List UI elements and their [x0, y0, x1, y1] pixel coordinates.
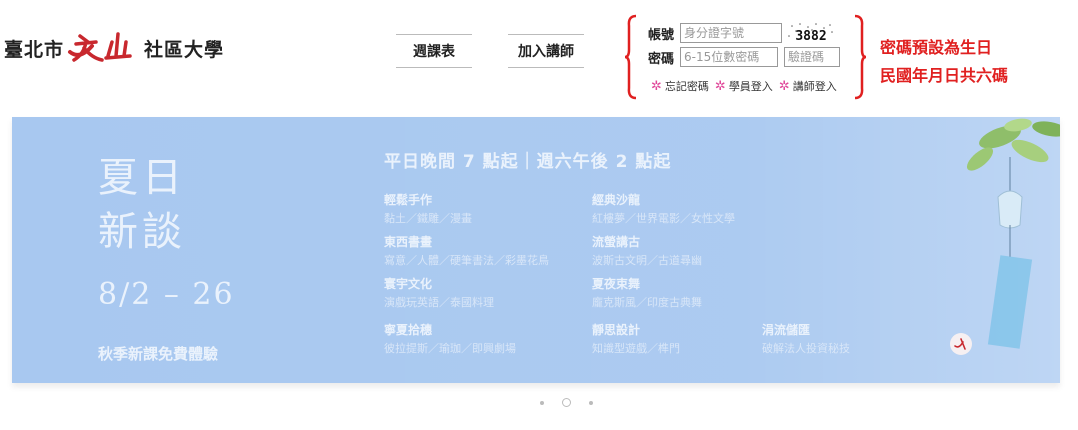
carousel-dot-3[interactable] — [589, 400, 593, 405]
course-title: 靜思設計 — [592, 323, 641, 337]
course-item: 涓流儲匯 破解法人投資秘技 — [762, 321, 850, 356]
course-subtitle: 波斯古文明／古道尋幽 — [592, 254, 702, 267]
login-links: ✲ 忘記密碼 ✲ 學員登入 ✲ 講師登入 — [651, 78, 843, 94]
account-row: 帳號 3882 — [648, 22, 836, 44]
course-subtitle: 破解法人投資秘技 — [762, 342, 850, 355]
course-subtitle: 黏土／鐵雕／漫畫 — [384, 212, 472, 225]
captcha-image[interactable]: 3882 — [786, 22, 836, 44]
course-subtitle: 彼拉提斯／瑜珈／即興劇場 — [384, 342, 516, 355]
carousel-dot-1[interactable] — [540, 400, 544, 405]
course-subtitle: 知識型遊戲／榫門 — [592, 342, 680, 355]
logo-mark-icon — [68, 32, 132, 62]
promo-banner[interactable]: 夏日 新談 8/2 – 26 秋季新課免費體驗 平日晚間 7 點起｜週六午後 2… — [12, 117, 1060, 383]
site-logo[interactable]: 臺北市 社區大學 — [4, 28, 224, 68]
course-title: 東西書畫 — [384, 235, 433, 249]
password-row: 密碼 — [648, 47, 840, 67]
logo-mini-icon — [954, 338, 966, 350]
course-item: 夏夜束舞 龐克斯風／印度古典舞 — [592, 275, 702, 310]
banner-free-trial: 秋季新課免費體驗 — [98, 345, 219, 363]
course-title: 寧夏拾穗 — [384, 323, 433, 337]
carousel-indicators — [531, 398, 602, 407]
course-title: 輕鬆手作 — [384, 193, 433, 207]
account-label: 帳號 — [648, 27, 675, 43]
asterisk-icon: ✲ — [714, 78, 726, 94]
password-hint-line2: 民國年月日共六碼 — [880, 66, 1009, 85]
course-subtitle: 紅樓夢／世界電影／女性文學 — [592, 212, 735, 225]
course-title: 經典沙龍 — [592, 193, 641, 207]
captcha-noise-icon — [788, 23, 833, 37]
captcha-input[interactable] — [784, 47, 840, 67]
course-item: 寰宇文化 演戲玩英語／泰國料理 — [384, 275, 494, 310]
banner-stamp-icon — [950, 333, 972, 355]
course-item: 輕鬆手作 黏土／鐵雕／漫畫 — [384, 191, 472, 226]
wind-chime-leaves-icon — [966, 118, 1060, 349]
nav-weekly-schedule[interactable]: 週課表 — [396, 34, 472, 68]
lecturer-login-link[interactable]: ✲ 講師登入 — [779, 78, 837, 94]
banner-title-line1: 夏日 — [98, 155, 186, 201]
course-subtitle: 演戲玩英語／泰國料理 — [384, 296, 494, 309]
right-brace-icon — [854, 14, 867, 100]
student-login-label: 學員登入 — [728, 80, 773, 93]
course-title: 涓流儲匯 — [762, 323, 811, 337]
course-item: 寧夏拾穗 彼拉提斯／瑜珈／即興劇場 — [384, 321, 516, 356]
logo-text-city: 臺北市 — [4, 38, 65, 61]
course-title: 流螢講古 — [592, 235, 641, 249]
course-title: 寰宇文化 — [384, 277, 433, 291]
banner-date: 8/2 – 26 — [98, 277, 235, 312]
account-input[interactable] — [680, 23, 782, 43]
carousel-dot-2[interactable] — [562, 398, 571, 407]
forgot-password-link[interactable]: ✲ 忘記密碼 — [651, 78, 709, 94]
forgot-password-label: 忘記密碼 — [664, 80, 709, 93]
banner-title-line2: 新談 — [98, 209, 186, 255]
banner-headline: 平日晚間 7 點起｜週六午後 2 點起 — [384, 152, 672, 172]
nav-join-lecturer[interactable]: 加入講師 — [508, 34, 584, 68]
course-subtitle: 寫意／人體／硬筆書法／彩墨花鳥 — [384, 254, 549, 267]
lecturer-login-label: 講師登入 — [792, 80, 837, 93]
left-brace-icon — [624, 14, 637, 100]
course-item: 靜思設計 知識型遊戲／榫門 — [592, 321, 680, 356]
student-login-link[interactable]: ✲ 學員登入 — [715, 78, 773, 94]
course-item: 東西書畫 寫意／人體／硬筆書法／彩墨花鳥 — [384, 233, 549, 268]
course-item: 經典沙龍 紅樓夢／世界電影／女性文學 — [592, 191, 735, 226]
course-title: 夏夜束舞 — [592, 277, 641, 291]
password-label: 密碼 — [648, 51, 675, 67]
course-item: 流螢講古 波斯古文明／古道尋幽 — [592, 233, 702, 268]
password-hint-line1: 密碼預設為生日 — [880, 38, 993, 57]
password-input[interactable] — [680, 47, 778, 67]
course-subtitle: 龐克斯風／印度古典舞 — [592, 296, 702, 309]
asterisk-icon: ✲ — [778, 78, 790, 94]
logo-text-college: 社區大學 — [144, 38, 225, 61]
asterisk-icon: ✲ — [651, 78, 662, 94]
